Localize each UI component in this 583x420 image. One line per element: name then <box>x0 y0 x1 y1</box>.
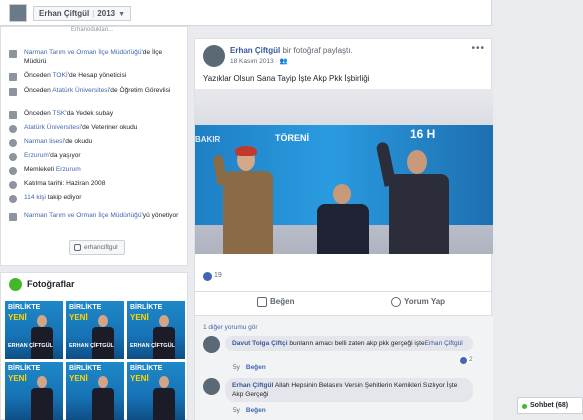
top-bar-right-area <box>491 0 583 26</box>
thumbs-up-icon <box>257 297 267 307</box>
intro-item-manages: Narman Tarım ve Orman İlçe Müdürlüğü'yü … <box>9 212 181 221</box>
comment-meta: 5y Beğen <box>233 364 266 371</box>
intro-item-lives: Erzurum'da yaşıyor <box>9 152 181 161</box>
post-caption: Yazıklar Olsun Sana Tayip İşte Akp Pkk İ… <box>203 74 370 83</box>
comment-like-link[interactable]: Beğen <box>246 364 266 371</box>
audience-friends-icon: 👥 <box>279 58 288 65</box>
commenter-name[interactable]: Erhan Çiftgül <box>232 382 273 389</box>
photo-figure-right <box>375 141 473 254</box>
intro-item-followers: 114 kişi takip ediyor <box>9 194 181 203</box>
home-icon <box>9 153 17 161</box>
intro-link[interactable]: TSK <box>52 110 65 117</box>
photo-figure-left <box>212 146 279 254</box>
comment-like-link[interactable]: Beğen <box>246 407 266 414</box>
intro-item-work: Önceden TOKİ'de Hesap yöneticisi <box>9 72 181 81</box>
post-author-line: Erhan Çiftgül bir fotoğraf paylaştı. <box>230 46 353 55</box>
author-avatar[interactable] <box>203 45 225 67</box>
post-date[interactable]: 18 Kasım 2013 · 👥 <box>230 57 288 65</box>
intro-cut-text: Erhanoduklari... <box>71 27 114 33</box>
photos-icon <box>9 278 22 291</box>
post-photo[interactable]: BAKIR TÖRENİ 16 H <box>195 89 493 254</box>
location-pin-icon <box>9 167 17 175</box>
commenter-avatar[interactable] <box>203 378 220 395</box>
like-reaction-icon <box>203 272 212 281</box>
comment-button[interactable]: Yorum Yap <box>391 297 445 307</box>
right-column <box>493 26 583 420</box>
briefcase-icon <box>9 50 17 58</box>
comments-section: 1 diğer yorumu gör Davut Tolga Çiftçi bu… <box>195 315 493 420</box>
profile-avatar[interactable] <box>9 4 27 22</box>
intro-item-education: Atatürk Üniversitesi'de Veteriner okudu <box>9 124 181 133</box>
photo-thumbnail[interactable]: BİRLİKTE YENİ ERHAN ÇİFTGÜL <box>127 301 185 359</box>
comment-bubble: Davut Tolga Çiftçi bunların amacı belli … <box>225 336 473 351</box>
post-card: Erhan Çiftgül bir fotoğraf paylaştı. 18 … <box>194 38 493 420</box>
chat-bar-button[interactable]: Sohbet (68) <box>517 397 583 414</box>
intro-link[interactable]: Narman Tarım ve Orman İlçe Müdürlüğü <box>24 212 142 219</box>
intro-item-hometown: Memleketi Erzurum <box>9 166 181 175</box>
intro-link[interactable]: Narman Tarım ve Orman İlçe Müdürlüğü <box>24 49 142 56</box>
like-count[interactable]: 19 <box>203 272 222 281</box>
post-author-name[interactable]: Erhan Çiftgül <box>230 46 280 55</box>
graduation-cap-icon <box>9 125 17 133</box>
intro-link[interactable]: TOKİ <box>52 72 67 79</box>
profile-name: Erhan Çiftgül <box>39 9 90 18</box>
intro-link[interactable]: Atatürk Üniversitesi <box>52 87 109 94</box>
briefcase-icon <box>9 88 17 96</box>
graduation-cap-icon <box>9 139 17 147</box>
online-dot-icon <box>522 404 527 409</box>
more-comments-link[interactable]: 1 diğer yorumu gör <box>203 324 258 331</box>
instagram-icon <box>74 244 81 251</box>
comment-icon <box>391 297 401 307</box>
photo-thumbnail[interactable]: BİRLİKTE YENİ <box>127 362 185 420</box>
post-actions: Beğen Yorum Yap <box>195 291 493 313</box>
left-column: Erhanoduklari... Narman Tarım ve Orman İ… <box>0 26 188 420</box>
intro-item-work: Önceden Atatürk Üniversitesi'de Öğretim … <box>9 87 181 96</box>
more-options-icon[interactable]: ••• <box>471 43 485 54</box>
photo-thumbnail[interactable]: BİRLİKTE YENİ ERHAN ÇİFTGÜL <box>5 301 63 359</box>
intro-item-joined: Katılma tarihi: Haziran 2008 <box>9 180 181 189</box>
intro-item-work: Narman Tarım ve Orman İlçe Müdürlüğü'de … <box>9 49 181 66</box>
photo-thumbnail[interactable]: BİRLİKTE YENİ <box>66 362 124 420</box>
photos-card: Fotoğraflar BİRLİKTE YENİ ERHAN ÇİFTGÜL … <box>0 272 188 420</box>
like-button[interactable]: Beğen <box>257 297 294 307</box>
intro-link[interactable]: Erzurum <box>24 152 49 159</box>
top-bar: Erhan Çiftgül | 2013 ▼ <box>0 0 583 26</box>
intro-link[interactable]: Erzurum <box>56 166 81 173</box>
instagram-button[interactable]: erhanciftgul <box>69 240 125 255</box>
rss-icon <box>9 195 17 203</box>
briefcase-icon <box>9 111 17 119</box>
comment-reactions[interactable]: 2 <box>459 356 473 364</box>
chevron-down-icon: ▼ <box>118 11 126 18</box>
intro-card: Erhanoduklari... Narman Tarım ve Orman İ… <box>0 26 188 266</box>
photos-header[interactable]: Fotoğraflar <box>9 278 75 291</box>
timeline-year-selector[interactable]: Erhan Çiftgül | 2013 ▼ <box>33 6 132 21</box>
intro-item-education: Narman lisesi'de okudu <box>9 138 181 147</box>
photo-figure-center <box>313 184 373 254</box>
comment-bubble: Erhan Çiftgül Allah Hepsinin Belasını Ve… <box>225 378 473 402</box>
clock-icon <box>9 181 17 189</box>
photo-thumbnail[interactable]: BİRLİKTE YENİ <box>5 362 63 420</box>
intro-link[interactable]: Narman lisesi <box>24 138 64 145</box>
commenter-name[interactable]: Davut Tolga Çiftçi <box>232 340 288 347</box>
like-reaction-icon <box>460 357 467 364</box>
tagged-user[interactable]: Erhan Çiftgül <box>425 340 463 347</box>
photo-thumbnail[interactable]: BİRLİKTE YENİ ERHAN ÇİFTGÜL <box>66 301 124 359</box>
briefcase-icon <box>9 73 17 81</box>
intro-item-work: Önceden TSK'da Yedek subay <box>9 110 181 119</box>
intro-link[interactable]: 114 kişi <box>24 194 46 201</box>
intro-link[interactable]: Atatürk Üniversitesi <box>24 124 81 131</box>
year-label: 2013 <box>97 9 116 18</box>
flag-icon <box>9 213 17 221</box>
comment-meta: 5y Beğen <box>233 407 266 414</box>
commenter-avatar[interactable] <box>203 336 220 353</box>
